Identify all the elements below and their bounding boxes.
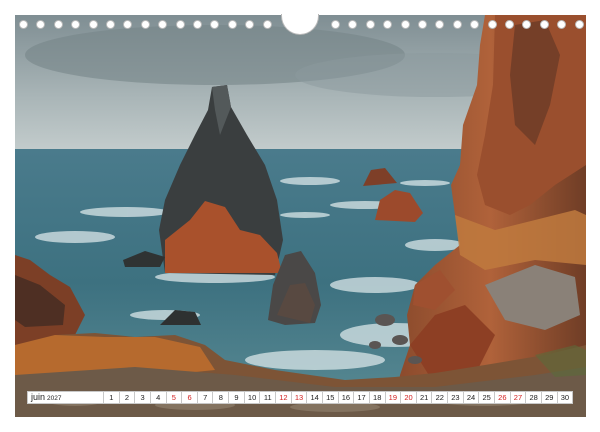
binding-hole (348, 20, 357, 29)
calendar-day: 22 (432, 391, 449, 404)
calendar-day: 8 (213, 391, 230, 404)
calendar-day: 4 (150, 391, 167, 404)
month-year: 2027 (47, 395, 62, 402)
binding-hole (193, 20, 202, 29)
binding-hole (263, 20, 272, 29)
binding-hole (158, 20, 167, 29)
binding-hole (36, 20, 45, 29)
binding-hole (228, 20, 237, 29)
binding-hole (418, 20, 427, 29)
calendar-day: 28 (526, 391, 542, 404)
calendar-binding (0, 0, 600, 35)
calendar-day: 15 (322, 391, 339, 404)
sea-stacks-landscape (15, 15, 586, 417)
calendar-day: 17 (354, 391, 370, 404)
calendar-day: 13 (291, 391, 308, 404)
calendar-day: 26 (495, 391, 511, 404)
calendar-day: 23 (448, 391, 464, 404)
binding-hole (557, 20, 566, 29)
binding-hole (435, 20, 444, 29)
calendar-day: 11 (260, 391, 277, 404)
binding-hole (106, 20, 115, 29)
binding-hole (540, 20, 549, 29)
binding-hole (575, 20, 584, 29)
calendar-day: 16 (338, 391, 355, 404)
calendar-day: 3 (135, 391, 151, 404)
calendar-day: 21 (416, 391, 433, 404)
calendar-day: 6 (182, 391, 198, 404)
binding-hole (331, 20, 340, 29)
calendar-day: 19 (385, 391, 402, 404)
calendar-strip: juin 2027 1 2 3 4 5 6 7 8 9 10 11 12 13 14 15 16 17 18 19 20… (27, 391, 574, 404)
binding-hole (401, 20, 410, 29)
calendar-day: 27 (510, 391, 527, 404)
calendar-day: 29 (541, 391, 558, 404)
calendar-day: 10 (244, 391, 261, 404)
calendar-day: 5 (166, 391, 183, 404)
month-name: juin (31, 392, 46, 402)
binding-hole (141, 20, 150, 29)
binding-hole (54, 20, 63, 29)
binding-hole (488, 20, 497, 29)
binding-hole (89, 20, 98, 29)
binding-hole (522, 20, 531, 29)
binding-hole (383, 20, 392, 29)
binding-hole (470, 20, 479, 29)
calendar-day: 25 (479, 391, 496, 404)
calendar-day: 14 (307, 391, 323, 404)
calendar-day: 20 (401, 391, 417, 404)
calendar-day: 18 (369, 391, 386, 404)
calendar-day: 7 (197, 391, 214, 404)
binding-hole (123, 20, 132, 29)
binding-hole (176, 20, 185, 29)
binding-hole (245, 20, 254, 29)
binding-hole (505, 20, 514, 29)
calendar-day: 24 (463, 391, 480, 404)
calendar-day: 9 (229, 391, 245, 404)
binding-hole (366, 20, 375, 29)
calendar-day: 1 (104, 391, 120, 404)
calendar-photo (15, 15, 586, 417)
calendar-day: 30 (557, 391, 574, 404)
binding-hole (19, 20, 28, 29)
calendar-day: 12 (276, 391, 292, 404)
calendar-day: 2 (119, 391, 136, 404)
binding-hole (453, 20, 462, 29)
month-label: juin 2027 (27, 391, 104, 404)
binding-hole (71, 20, 80, 29)
binding-hole (210, 20, 219, 29)
